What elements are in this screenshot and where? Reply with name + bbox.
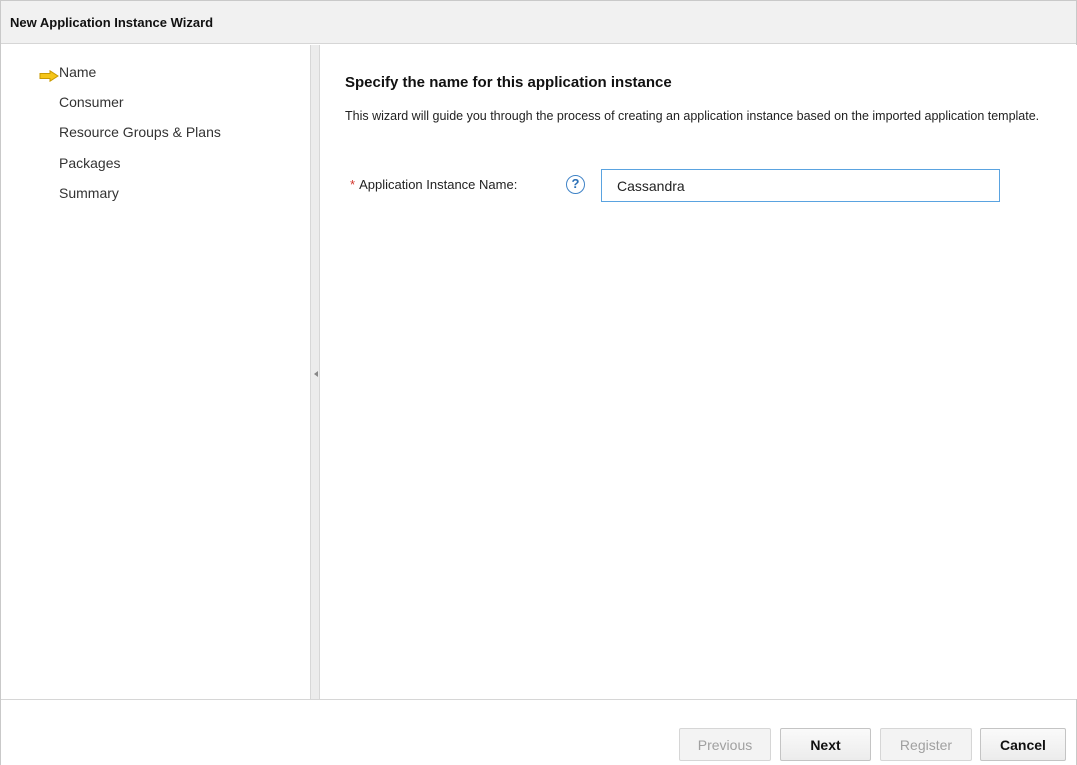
instance-name-label: * Application Instance Name: — [350, 177, 517, 192]
instance-name-input[interactable] — [601, 169, 1000, 202]
cancel-button[interactable]: Cancel — [980, 728, 1066, 761]
arrow-right-icon — [39, 70, 59, 82]
wizard-steps-sidebar: Name Consumer Resource Groups & Plans Pa… — [1, 45, 310, 699]
step-consumer[interactable]: Consumer — [59, 94, 124, 110]
panel-splitter[interactable] — [310, 45, 320, 699]
wizard-content: Specify the name for this application in… — [320, 45, 1077, 699]
step-summary[interactable]: Summary — [59, 185, 119, 201]
instance-name-label-text: Application Instance Name: — [359, 177, 518, 192]
wizard-window: New Application Instance Wizard Name Con… — [0, 0, 1077, 765]
collapse-left-icon[interactable] — [314, 371, 318, 377]
next-button[interactable]: Next — [780, 728, 871, 761]
page-description: This wizard will guide you through the p… — [345, 109, 1040, 123]
step-packages[interactable]: Packages — [59, 155, 120, 171]
page-title: Specify the name for this application in… — [345, 74, 672, 91]
step-resource-groups-plans[interactable]: Resource Groups & Plans — [59, 124, 221, 140]
required-marker: * — [350, 177, 356, 192]
register-button[interactable]: Register — [880, 728, 972, 761]
help-icon[interactable]: ? — [566, 175, 585, 194]
wizard-footer: Previous Next Register Cancel — [1, 699, 1076, 765]
previous-button[interactable]: Previous — [679, 728, 771, 761]
step-name[interactable]: Name — [59, 64, 96, 80]
wizard-title: New Application Instance Wizard — [1, 1, 1076, 44]
